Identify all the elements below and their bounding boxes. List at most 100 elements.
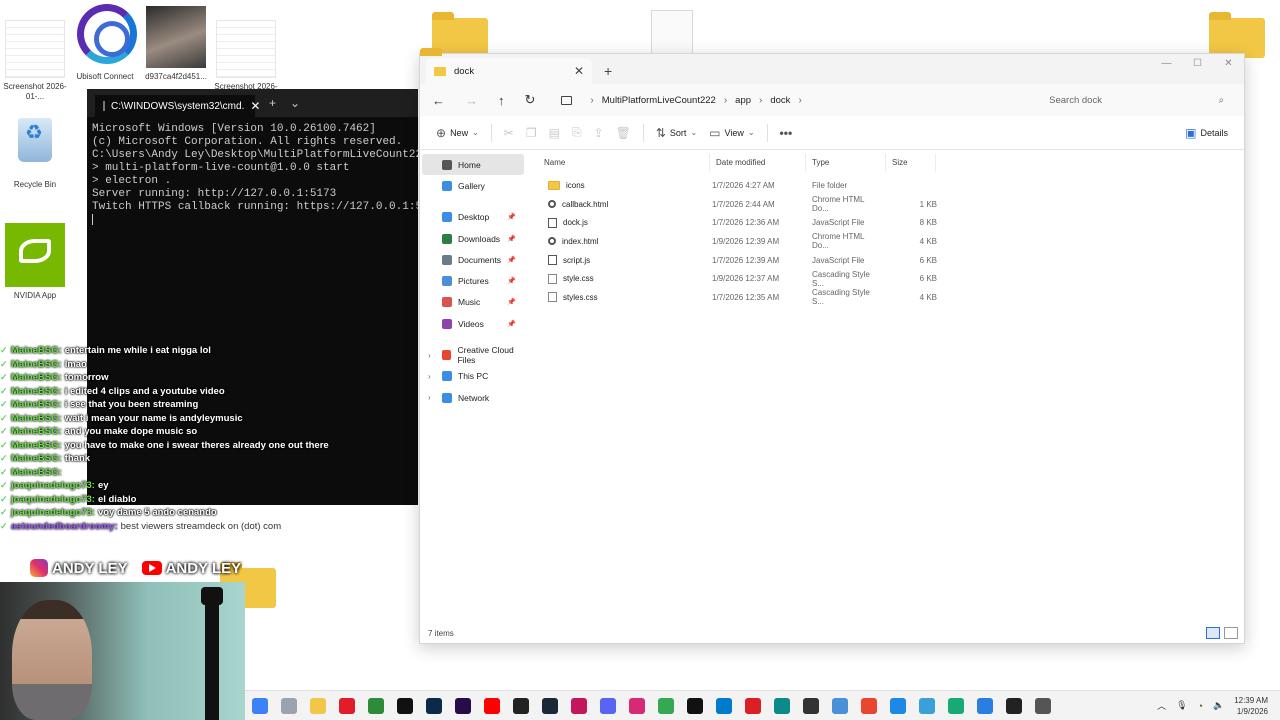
details-button[interactable]: ▣ Details bbox=[1179, 120, 1234, 146]
close-tab-icon[interactable]: ✕ bbox=[250, 99, 260, 113]
desktop-icon-recycle-bin[interactable]: Recycle Bin bbox=[3, 112, 67, 190]
new-button[interactable]: ⊕ New ⌄ bbox=[430, 120, 485, 146]
sort-button[interactable]: ⇅ Sort ⌄ bbox=[650, 120, 703, 146]
edge-dev-icon[interactable] bbox=[889, 697, 906, 714]
sticky-notes-icon[interactable] bbox=[802, 697, 819, 714]
paste-button[interactable]: ▤ bbox=[543, 120, 566, 146]
forward-icon[interactable]: → bbox=[465, 93, 478, 108]
adobe-cc-icon[interactable] bbox=[860, 697, 877, 714]
steam-icon[interactable] bbox=[541, 697, 558, 714]
pin-icon[interactable]: 📌 bbox=[507, 213, 516, 221]
youtube-music-icon[interactable] bbox=[483, 697, 500, 714]
visual-studio-code-icon[interactable] bbox=[715, 697, 732, 714]
column-size[interactable]: Size bbox=[886, 154, 936, 172]
chevron-right-icon[interactable]: › bbox=[724, 95, 727, 106]
file-row[interactable]: callback.html 1/7/2026 2:44 AM Chrome HTML… bbox=[538, 195, 1244, 214]
new-tab-icon[interactable]: + bbox=[269, 96, 276, 110]
cut-button[interactable]: ✂ bbox=[498, 120, 520, 146]
pin-icon[interactable]: 📌 bbox=[507, 320, 516, 328]
chrome-icon[interactable] bbox=[657, 697, 674, 714]
desktop-icon-ubisoft-connect[interactable]: Ubisoft Connect bbox=[73, 4, 137, 82]
up-icon[interactable]: ↑ bbox=[498, 93, 505, 108]
tiktok-icon[interactable] bbox=[686, 697, 703, 714]
photoshop-icon[interactable] bbox=[425, 697, 442, 714]
rename-button[interactable]: ⎘ bbox=[566, 120, 588, 146]
breadcrumb[interactable]: › MultiPlatformLiveCount222 › app › dock… bbox=[561, 95, 1023, 106]
view-button[interactable]: ▭ View ⌄ bbox=[703, 120, 760, 146]
volume-icon[interactable]: 🔈 bbox=[1213, 700, 1224, 711]
back-icon[interactable]: ← bbox=[432, 93, 445, 108]
settings-icon[interactable] bbox=[1034, 697, 1051, 714]
column-name[interactable]: Name bbox=[538, 154, 710, 172]
pin-icon[interactable]: 📌 bbox=[507, 256, 516, 264]
discord-icon[interactable] bbox=[599, 697, 616, 714]
chevron-up-icon[interactable]: ︿ bbox=[1157, 699, 1166, 712]
sidebar-item-gallery[interactable]: Gallery bbox=[420, 175, 530, 196]
chevron-down-icon[interactable]: ⌄ bbox=[290, 96, 300, 110]
breadcrumb-item[interactable]: MultiPlatformLiveCount222 bbox=[602, 95, 716, 106]
sidebar-item-this-pc[interactable]: › This PC bbox=[420, 366, 530, 387]
sidebar-item-downloads[interactable]: Downloads 📌 bbox=[420, 228, 530, 249]
file-row[interactable]: style.css 1/9/2026 12:37 AM Cascading Styl… bbox=[538, 269, 1244, 288]
chevron-right-icon[interactable]: › bbox=[798, 95, 801, 106]
desktop-icon-nvidia-app[interactable]: NVIDIA App bbox=[3, 223, 67, 301]
folder-icon[interactable] bbox=[1209, 12, 1265, 58]
sidebar-item-music[interactable]: Music 📌 bbox=[420, 292, 530, 313]
premiere-icon[interactable] bbox=[454, 697, 471, 714]
creative-cloud-taskbar-icon[interactable] bbox=[744, 697, 761, 714]
sidebar-item-desktop[interactable]: Desktop 📌 bbox=[420, 207, 530, 228]
minimize-icon[interactable]: — bbox=[1151, 54, 1182, 74]
pin-icon[interactable]: 📌 bbox=[507, 277, 516, 285]
cmd-tab[interactable]: C:\WINDOWS\system32\cmd. ✕ bbox=[95, 95, 260, 117]
maximize-icon[interactable]: ☐ bbox=[1182, 54, 1213, 74]
edge-icon[interactable] bbox=[773, 697, 790, 714]
file-row[interactable]: index.html 1/9/2026 12:39 AM Chrome HTML D… bbox=[538, 232, 1244, 251]
pin-icon[interactable]: 📌 bbox=[507, 235, 516, 243]
details-view-icon[interactable] bbox=[1206, 627, 1220, 639]
chevron-right-icon[interactable]: › bbox=[590, 95, 593, 106]
xbox-icon[interactable] bbox=[367, 697, 384, 714]
file-row[interactable]: styles.css 1/7/2026 12:35 AM Cascading Sty… bbox=[538, 288, 1244, 307]
close-window-icon[interactable]: ✕ bbox=[1213, 54, 1244, 74]
breadcrumb-item[interactable]: dock bbox=[770, 95, 790, 106]
copy-button[interactable]: ❐ bbox=[520, 120, 543, 146]
desktop-icon-photo[interactable]: d937ca4f2d451... bbox=[144, 6, 208, 82]
microphone-icon[interactable]: 🎙 bbox=[1176, 700, 1187, 711]
epic-games-icon[interactable] bbox=[512, 697, 529, 714]
file-row[interactable]: icons 1/7/2026 4:27 AM File folder bbox=[538, 176, 1244, 195]
sidebar-item-pictures[interactable]: Pictures 📌 bbox=[420, 270, 530, 291]
refresh-icon[interactable]: ↻ bbox=[525, 92, 536, 108]
sidebar-item-videos[interactable]: Videos 📌 bbox=[420, 313, 530, 334]
capcut-icon[interactable] bbox=[396, 697, 413, 714]
more-options-button[interactable]: ••• bbox=[774, 120, 799, 146]
this-pc-icon[interactable] bbox=[561, 95, 573, 105]
breadcrumb-item[interactable]: app bbox=[735, 95, 751, 106]
delete-button[interactable]: 🗑 bbox=[610, 120, 637, 146]
opera-icon[interactable] bbox=[338, 697, 355, 714]
file-row[interactable]: script.js 1/7/2026 12:39 AM JavaScript Fil… bbox=[538, 251, 1244, 270]
sidebar-item-creative-cloud[interactable]: › Creative Cloud Files bbox=[420, 344, 530, 365]
instagram-icon[interactable] bbox=[628, 697, 645, 714]
column-type[interactable]: Type bbox=[806, 154, 886, 172]
clock[interactable]: 12:39 AM 1/9/2026 bbox=[1234, 695, 1268, 717]
chevron-right-icon[interactable]: › bbox=[759, 95, 762, 106]
new-tab-icon[interactable]: + bbox=[604, 58, 612, 84]
explorer-tab[interactable]: dock ✕ bbox=[426, 58, 592, 84]
chevron-right-icon[interactable]: › bbox=[428, 393, 431, 402]
column-date-modified[interactable]: Date modified bbox=[710, 154, 806, 172]
file-explorer-window[interactable]: dock ✕ + — ☐ ✕ ← → ↑ ↻ › MultiPlatformLi… bbox=[419, 53, 1245, 644]
notification-app-icon[interactable] bbox=[570, 697, 587, 714]
chevron-right-icon[interactable]: › bbox=[428, 351, 431, 360]
remote-desktop-icon[interactable] bbox=[918, 697, 935, 714]
file-explorer-icon[interactable] bbox=[309, 697, 326, 714]
notepad-icon[interactable] bbox=[976, 697, 993, 714]
tiles-view-icon[interactable] bbox=[1224, 627, 1238, 639]
share-button[interactable]: ⇪ bbox=[588, 120, 610, 146]
sidebar-item-home[interactable]: Home bbox=[422, 154, 524, 176]
close-tab-icon[interactable]: ✕ bbox=[574, 64, 584, 78]
gallery-app-icon[interactable] bbox=[280, 697, 297, 714]
photo-viewer-icon[interactable] bbox=[831, 697, 848, 714]
sidebar-item-documents[interactable]: Documents 📌 bbox=[420, 249, 530, 270]
wifi-icon[interactable]: ◔ bbox=[1198, 701, 1203, 711]
photos-icon[interactable] bbox=[251, 697, 268, 714]
